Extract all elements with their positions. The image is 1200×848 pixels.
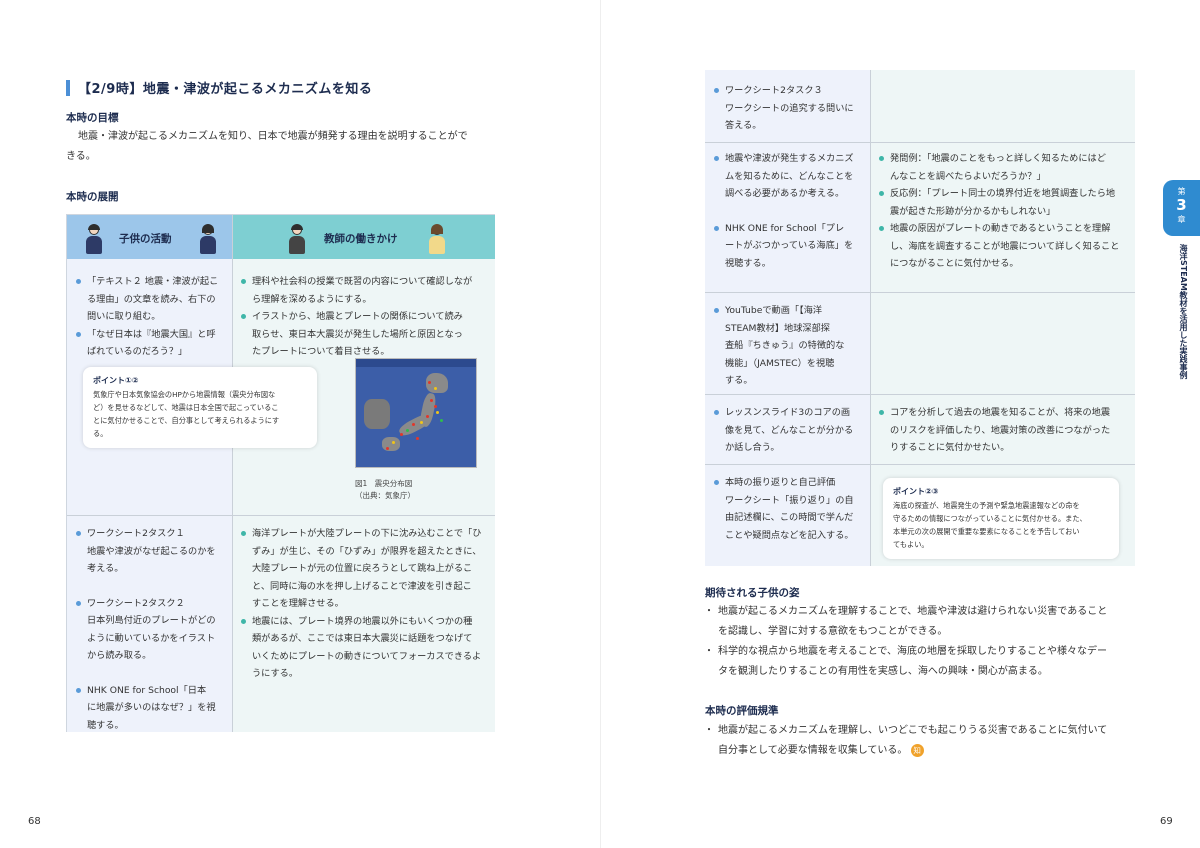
map-korea [364,399,390,429]
list-item: 科学的な視点から地震を考えることで、海底の地層を採取したりすることや様々なデータ… [704,642,1146,682]
lesson-flow-table-continued: ワークシート2タスク３ ワークシートの追究する問いに 答える。 地震や津波が発生する… [705,70,1135,566]
row2-teacher-cell: 海洋プレートが大陸プレートの下に沈み込むことで「ひ ずみ」が生じ、その「ひずみ」が… [240,525,492,683]
r-row5-child-cell: 本時の振り返りと自己評価 ワークシート「振り返り」の自 由記述欄に、この時間で学んだ… [713,474,868,544]
list-item: 理科や社会科の授業で既習の内容について確認しなが ら理解を深めるようにする。 [240,273,492,308]
row2-child-cell: ワークシート2タスク１ 地震や津波がなぜ起こるのかを 考える。 ワークシート2タスク… [75,525,230,734]
list-item: 反応例：「プレート同士の境界付近を地質調査したら地 震が起きた形跡が分かるかもしれ… [878,185,1133,220]
list-item: 発問例：「地震のことをもっと詳しく知るためにはど んなことを調べたらよいだろうか？… [878,150,1133,185]
list-item: 「なぜ日本は『地震大国』と呼 ばれているのだろう？」 [75,326,230,361]
row1-teacher-cell: 理科や社会科の授業で既習の内容について確認しなが ら理解を深めるようにする。 イラ… [240,273,492,361]
title-accent-bar [66,79,70,96]
list-item: 地震や津波が発生するメカニズ ムを知るために、どんなことを 調べる必要があるか考える… [713,150,868,203]
expected-list: 地震が起こるメカニズムを理解することで、地震や津波は避けられない災害であることを… [704,602,1146,682]
flow-heading: 本時の展開 [66,191,119,203]
r-row1-child-cell: ワークシート2タスク３ ワークシートの追究する問いに 答える。 [713,82,868,135]
row1-child-cell: 「テキスト２ 地震・津波が起こ る理由」の文章を読み、右下の 問いに取り組む。 「な… [75,273,230,361]
r-row2-teacher-cell: 発問例：「地震のことをもっと詳しく知るためにはど んなことを調べたらよいだろうか？… [878,150,1133,273]
list-item: ワークシート2タスク２ 日本列島付近のプレートがどの ように動いているかをイラストか… [75,595,230,665]
list-item: 地震には、プレート境界の地震以外にもいくつかの種 類があるが、ここでは東日本大震災… [240,613,492,683]
list-item: 地震の原因がプレートの動きであるということを理解 し、海底を調査することが地震につ… [878,220,1133,273]
knowledge-badge: 知 [910,743,924,757]
column-divider [870,70,871,566]
list-item: イラストから、地震とプレートの関係について読み 取らせ、東日本大震災が発生した場所… [240,308,492,361]
list-item: レッスンスライド3のコアの画 像を見て、どんなことが分かる か話し合う。 [713,404,868,457]
row-divider [705,142,1135,143]
female-teacher-icon [428,224,446,255]
r-row4-teacher-cell: コアを分析して過去の地震を知ることが、将来の地震 のリスクを評価したり、地震対策の… [878,404,1133,457]
goal-heading: 本時の目標 [66,112,119,124]
goal-text: 地震・津波が起こるメカニズムを知り、日本で地震が頻発する理由を説明することがで … [66,131,468,162]
list-item: NHK ONE for School「日本 に地震が多いのはなぜ？」を視 聴する。 [75,682,230,735]
lesson-title: 【2/9時】地震・津波が起こるメカニズムを知る [66,78,372,97]
list-item: YouTubeで動画「【海洋 STEAM教材】地球深部探 査船『ちきゅう』の特徴的な… [713,302,868,390]
r-row2-child-cell: 地震や津波が発生するメカニズ ムを知るために、どんなことを 調べる必要があるか考える… [713,150,868,272]
epicenter-distribution-map [355,358,477,468]
r-row4-child-cell: レッスンスライド3のコアの画 像を見て、どんなことが分かる か話し合う。 [713,404,868,457]
map-kyushu [382,437,400,451]
list-item: ワークシート2タスク１ 地震や津波がなぜ起こるのかを 考える。 [75,525,230,578]
page-number-left: 68 [28,816,41,827]
row-divider [705,464,1135,465]
list-item: 本時の振り返りと自己評価 ワークシート「振り返り」の自 由記述欄に、この時間で学んだ… [713,474,868,544]
row-divider [67,515,495,516]
expected-heading: 期待される子供の姿 [705,587,800,599]
r-row3-child-cell: YouTubeで動画「【海洋 STEAM教材】地球深部探 査船『ちきゅう』の特徴的な… [713,302,868,390]
figure-caption: 図1 震央分布図 （出典：気象庁） [355,479,415,500]
point-box-2-3: ポイント②③ 海底の探査が、地震発生の予測や緊急地震速報などの命を 守るための情… [883,478,1119,559]
row-divider [705,394,1135,395]
boy-student-icon [85,224,103,255]
left-page: 【2/9時】地震・津波が起こるメカニズムを知る 本時の目標 地震・津波が起こるメ… [0,0,600,848]
chapter-tab: 第 3 章 [1163,180,1200,236]
list-item: 地震が起こるメカニズムを理解することで、地震や津波は避けられない災害であることを… [704,602,1146,642]
list-item: NHK ONE for School「プレ ートがぶつかっている海底」を 視聴する。 [713,220,868,273]
column-divider [232,215,233,732]
list-item: 海洋プレートが大陸プレートの下に沈み込むことで「ひ ずみ」が生じ、その「ひずみ」が… [240,525,492,613]
evaluation-heading: 本時の評価規準 [705,705,779,717]
list-item: ワークシート2タスク３ ワークシートの追究する問いに 答える。 [713,82,868,135]
chapter-side-label: 海洋STEAM教材を活用した実践事例 [1179,244,1188,379]
header-child-activity: 子供の活動 [67,215,232,259]
page-number-right: 69 [1160,816,1173,827]
girl-student-icon [199,224,217,255]
lesson-flow-table: 子供の活動 教師の働きかけ 「テキスト２ 地震・津波が起こ る理由」の文章を読み、… [66,214,495,732]
map-header-bar [356,359,476,367]
evaluation-text: 地震が起こるメカニズムを理解し、いつどこでも起こりうる災害であることに気付いて … [704,721,1146,761]
list-item: コアを分析して過去の地震を知ることが、将来の地震 のリスクを評価したり、地震対策の… [878,404,1133,457]
point-box-1-2: ポイント①② 気象庁や日本気象協会のHPから地震情報（震央分布図な ど）を見せる… [83,367,317,448]
row-divider [705,292,1135,293]
male-teacher-icon [288,224,306,255]
list-item: 「テキスト２ 地震・津波が起こ る理由」の文章を読み、右下の 問いに取り組む。 [75,273,230,326]
header-teacher-actions: 教師の働きかけ [232,215,495,259]
